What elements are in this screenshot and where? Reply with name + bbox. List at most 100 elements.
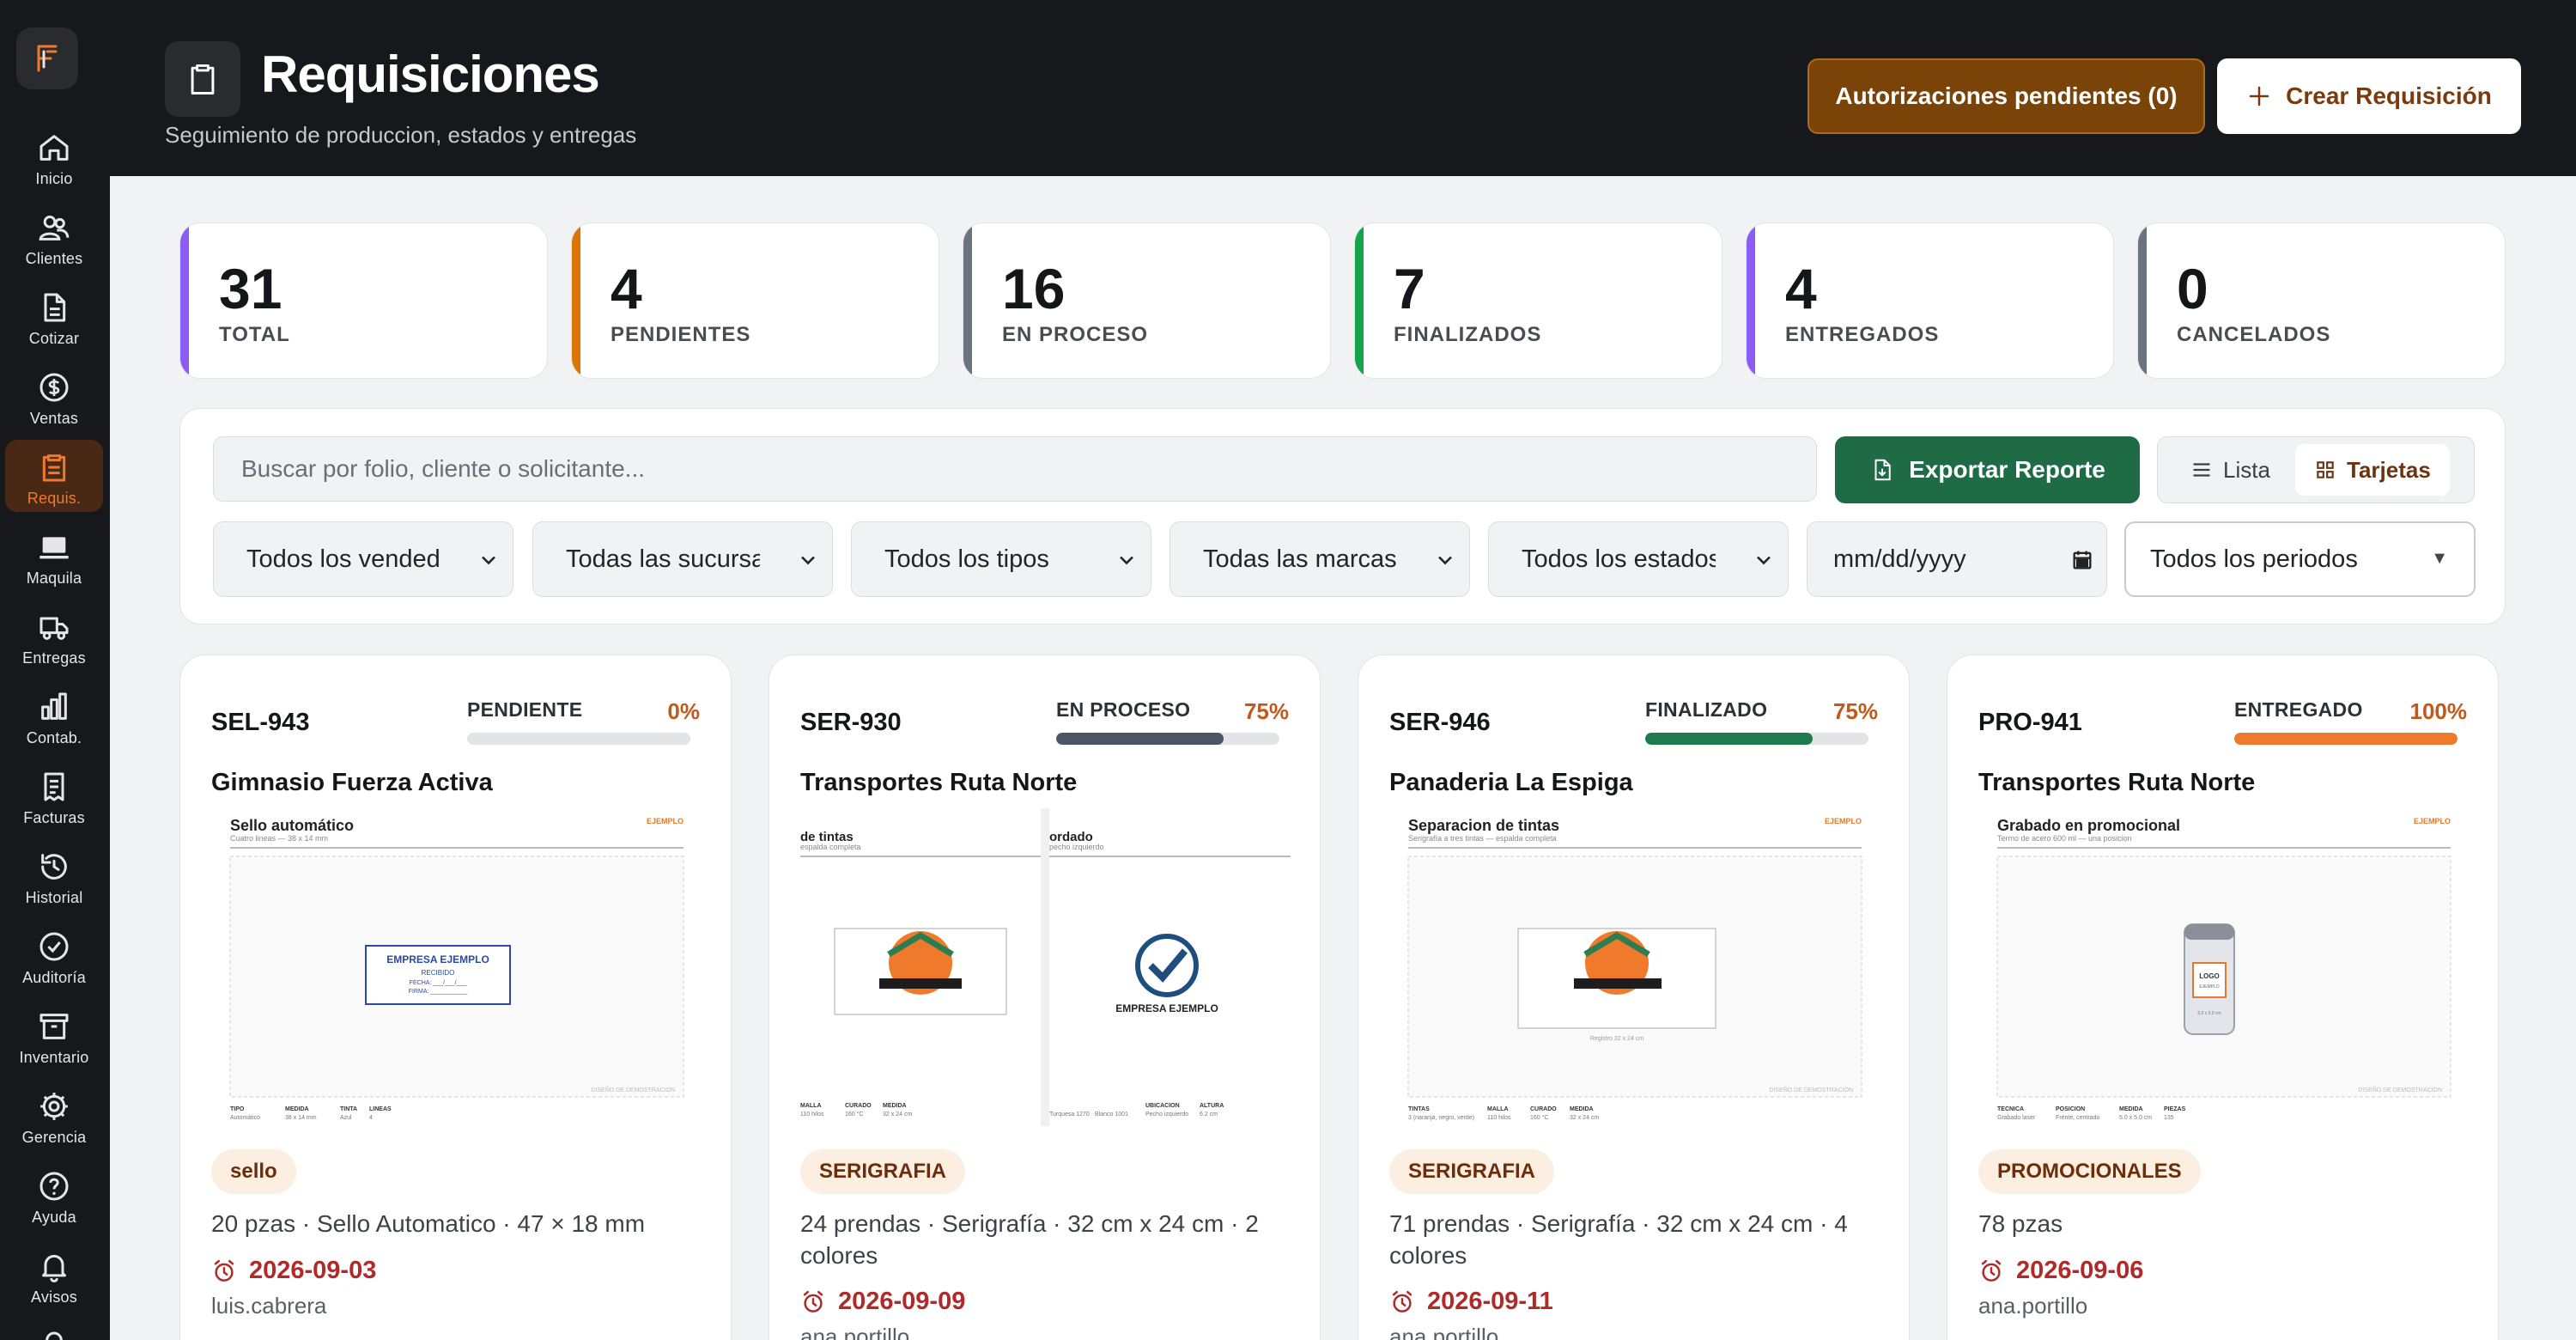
sidebar-item-ayuda[interactable]: Ayuda <box>5 1159 103 1231</box>
card-category-tag: SERIGRAFIA <box>800 1149 966 1194</box>
logo-sub: EJEMPLO <box>2199 984 2219 990</box>
stat-label: FINALIZADOS <box>1394 323 1542 346</box>
sidebar-item-requis[interactable]: Requis. <box>5 440 103 512</box>
card-design-preview: Grabado en promocional Termo de acero 60… <box>1978 808 2469 1126</box>
stat-card-pendientes[interactable]: 4 PENDIENTES <box>571 222 939 379</box>
stat-label: ENTREGADOS <box>1785 323 1940 346</box>
sidebar-item-clientes[interactable]: Clientes <box>5 200 103 272</box>
sidebar-item-gerencia[interactable]: Gerencia <box>5 1079 103 1151</box>
bell-icon <box>42 1254 66 1282</box>
brand-select[interactable]: Todas las marcas <box>1170 521 1470 597</box>
stat-card-total[interactable]: 31 TOTAL <box>179 222 548 379</box>
spec-value: Azul <box>340 1115 352 1121</box>
sidebar-item-ventas[interactable]: Ventas <box>5 360 103 432</box>
sidebar-item-more[interactable] <box>5 1319 103 1340</box>
preview-subtitle: Termo de acero 600 ml — una posicion <box>1997 834 2132 843</box>
stat-card-finalizados[interactable]: 7 FINALIZADOS <box>1354 222 1722 379</box>
receipt-icon <box>44 772 64 801</box>
spec-key: POSICION <box>2056 1106 2085 1112</box>
spec-value: 5.0 x 5.0 cm <box>2119 1115 2152 1121</box>
stat-accent-bar <box>180 223 189 378</box>
card-design-preview: de tintas espalda completa MALLA 110 hil… <box>800 808 1291 1126</box>
sidebar-item-historial[interactable]: Historial <box>5 839 103 911</box>
requisition-card[interactable]: PRO-941 ENTREGADO 100% Transportes Ruta … <box>1947 655 2499 1340</box>
requisition-card[interactable]: SER-946 FINALIZADO 75% Panaderia La Espi… <box>1358 655 1910 1340</box>
card-user: ana.portillo <box>1389 1324 1499 1340</box>
spec-value: 4 <box>369 1115 373 1121</box>
spec-value: Automático <box>230 1115 260 1121</box>
card-due-date: 2026-09-06 <box>1978 1257 2143 1285</box>
sidebar-item-auditoria[interactable]: Auditoría <box>5 919 103 991</box>
period-select[interactable]: Todos los periodos ▼ <box>2124 521 2476 597</box>
calendar-icon[interactable] <box>2070 548 2094 572</box>
logo-icon <box>37 45 58 72</box>
logo-bar-shape <box>1574 978 1662 989</box>
status-select[interactable]: Todos los estados <box>1488 521 1789 597</box>
pending-authorizations-button[interactable]: Autorizaciones pendientes (0) <box>1807 58 2205 134</box>
branch-select[interactable]: Todas las sucursales <box>532 521 833 597</box>
sidebar-item-contab[interactable]: Contab. <box>5 679 103 752</box>
card-client: Transportes Ruta Norte <box>1978 769 2256 796</box>
brand-select-value: Todas las marcas <box>1203 545 1397 573</box>
users-icon <box>39 215 70 241</box>
card-client: Gimnasio Fuerza Activa <box>211 769 493 796</box>
spec-value: 32 x 24 cm <box>1570 1115 1599 1121</box>
card-category-tag: sello <box>211 1149 296 1194</box>
card-progress-track <box>2234 733 2458 745</box>
sidebar-item-avisos[interactable]: Avisos <box>5 1239 103 1311</box>
sidebar-item-inicio[interactable]: Inicio <box>5 120 103 192</box>
app-logo[interactable] <box>16 27 78 89</box>
stat-label: PENDIENTES <box>611 323 751 346</box>
card-design-preview: Sello automático Cuatro lineas — 38 x 14… <box>211 808 702 1126</box>
card-percent: 75% <box>1243 698 1289 724</box>
sidebar: Inicio Clientes Cotizar Ventas Requis. M… <box>0 0 110 1340</box>
sidebar-item-label: Inicio <box>35 170 73 187</box>
engraving-area <box>2192 962 2227 998</box>
card-client: Panaderia La Espiga <box>1389 769 1633 796</box>
stat-accent-bar <box>2138 223 2147 378</box>
stamp-line: RECIBIDO <box>422 969 455 977</box>
view-list-button[interactable]: Lista <box>2172 444 2289 496</box>
page-header: Requisiciones Seguimiento de produccion,… <box>110 0 2576 176</box>
type-select[interactable]: Todos los tipos <box>851 521 1151 597</box>
card-folio: SEL-943 <box>211 709 310 736</box>
sidebar-item-label: Maquila <box>26 570 82 587</box>
requisition-card[interactable]: SEL-943 PENDIENTE 0% Gimnasio Fuerza Act… <box>179 655 732 1340</box>
preview-brand: EJEMPLO <box>1825 817 1862 825</box>
stat-card-cancelados[interactable]: 0 CANCELADOS <box>2137 222 2506 379</box>
help-icon <box>39 1172 69 1201</box>
stat-value: 4 <box>611 257 642 320</box>
export-report-button[interactable]: Exportar Reporte <box>1835 436 2140 503</box>
spec-value: Pecho izquierdo <box>1145 1112 1188 1118</box>
seller-select[interactable]: Todos los vendedores <box>213 521 513 597</box>
card-due-date: 2026-09-03 <box>211 1257 376 1285</box>
preview-title: Separacion de tintas <box>1408 817 1559 834</box>
page-title: Requisiciones <box>261 46 600 103</box>
date-input[interactable]: mm/dd/yyyy <box>1807 521 2107 597</box>
sidebar-item-facturas[interactable]: Facturas <box>5 759 103 831</box>
preview-subtitle: Serigrafía a tres tintas — espalda compl… <box>1408 834 1557 843</box>
spec-key: MALLA <box>800 1103 822 1109</box>
search-input[interactable] <box>213 436 1817 502</box>
sidebar-item-label: Facturas <box>23 809 85 826</box>
stat-card-entregados[interactable]: 4 ENTREGADOS <box>1746 222 2114 379</box>
filter-panel: Exportar Reporte Lista Tarjetas Todos lo… <box>179 408 2506 624</box>
sidebar-item-cotizar[interactable]: Cotizar <box>5 280 103 352</box>
create-requisition-button[interactable]: Crear Requisición <box>2217 58 2521 134</box>
stat-card-en-proceso[interactable]: 16 EN PROCESO <box>963 222 1331 379</box>
clipboard-icon <box>42 454 66 482</box>
spec-key: MEDIDA <box>2119 1106 2143 1112</box>
requisition-card[interactable]: SER-930 EN PROCESO 75% Transportes Ruta … <box>769 655 1321 1340</box>
sidebar-item-entregas[interactable]: Entregas <box>5 600 103 672</box>
card-percent: 75% <box>1832 698 1878 724</box>
plus-icon <box>2249 86 2269 107</box>
view-toggle: Lista Tarjetas <box>2157 436 2475 503</box>
sidebar-item-maquila[interactable]: Maquila <box>5 520 103 592</box>
stat-value: 16 <box>1002 257 1066 320</box>
view-cards-button[interactable]: Tarjetas <box>2295 444 2450 496</box>
card-date-value: 2026-09-03 <box>249 1257 377 1284</box>
preview-footer-note: DISEÑO DE DEMOSTRACION <box>2358 1086 2442 1093</box>
spec-key: CURADO <box>845 1103 872 1109</box>
sidebar-item-inventario[interactable]: Inventario <box>5 999 103 1071</box>
view-list-label: Lista <box>2223 456 2270 483</box>
